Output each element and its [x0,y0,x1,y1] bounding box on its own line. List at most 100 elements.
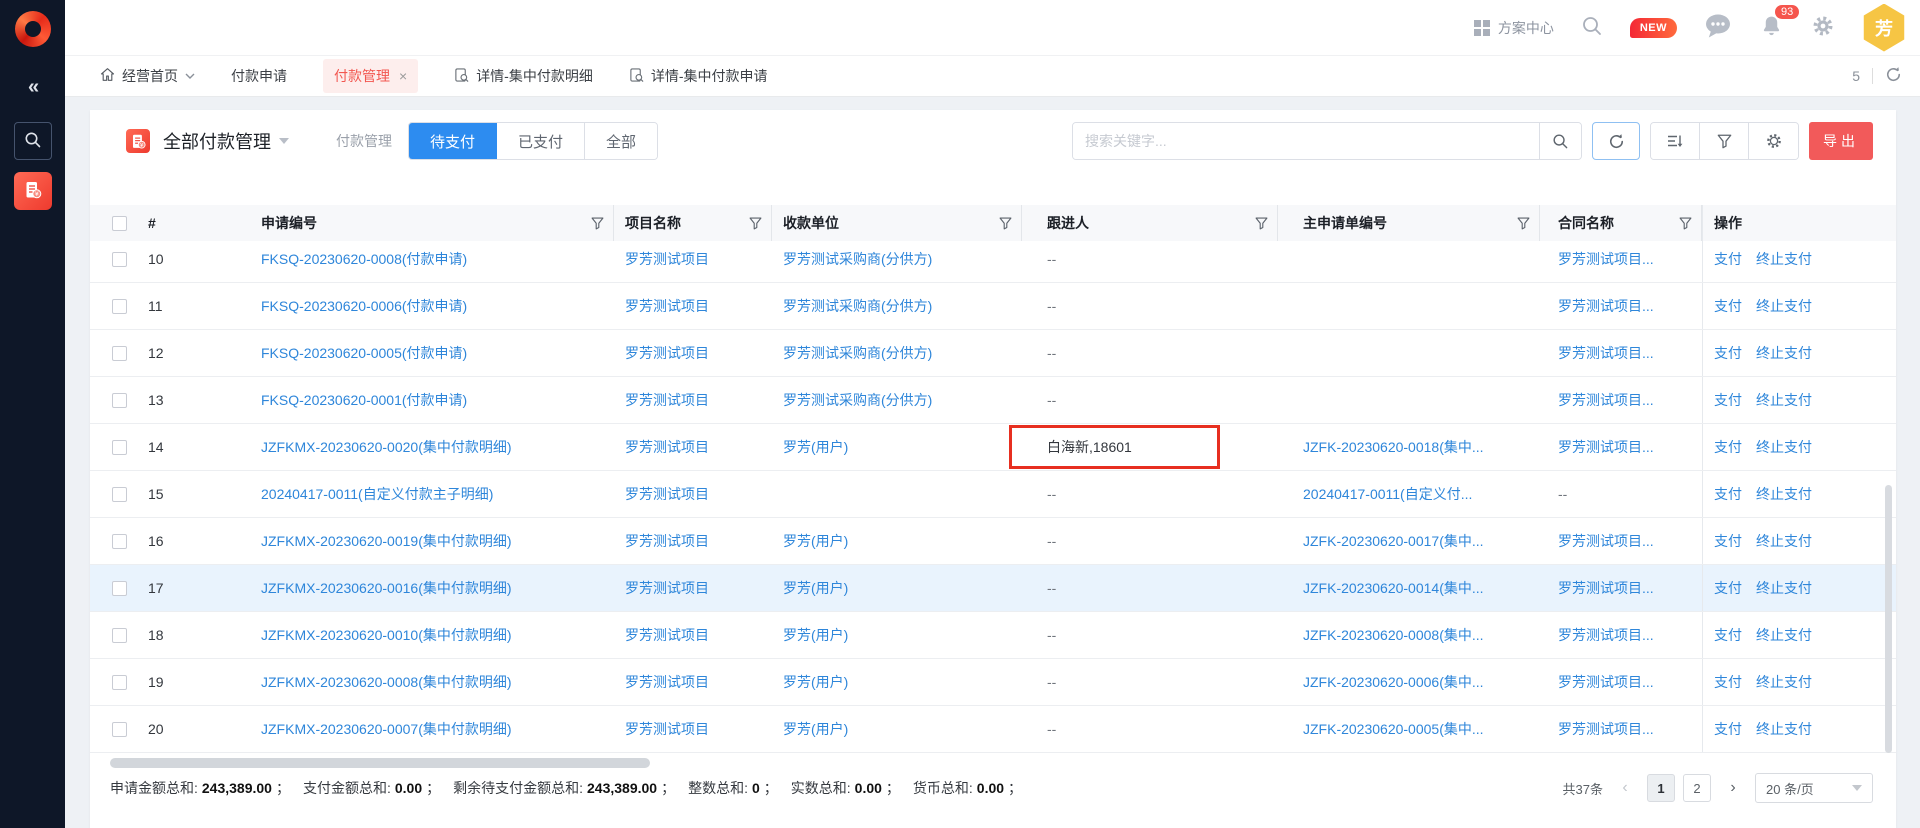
refresh-tabs-icon[interactable] [1885,66,1902,86]
sidebar-search-button[interactable] [14,122,52,160]
column-settings-button[interactable] [1749,123,1798,159]
project-link[interactable]: 罗芳测试项目 [625,531,709,551]
page-button-2[interactable]: 2 [1683,774,1711,802]
row-checkbox[interactable] [112,534,127,549]
pay-action-link[interactable]: 支付 [1714,343,1742,363]
apply-no-link[interactable]: JZFKMX-20230620-0019(集中付款明细) [261,531,512,551]
global-search-icon[interactable] [1581,15,1603,40]
pay-action-link[interactable]: 支付 [1714,437,1742,457]
collapse-sidebar-icon[interactable]: « [0,76,65,99]
contract-link[interactable]: 罗芳测试项目... [1558,578,1654,598]
select-all-checkbox[interactable] [112,216,127,231]
pay-action-link[interactable]: 支付 [1714,296,1742,316]
stop-pay-action-link[interactable]: 终止支付 [1756,578,1812,598]
page-button-1[interactable]: 1 [1647,774,1675,802]
filter-icon-payee[interactable] [999,217,1012,230]
project-link[interactable]: 罗芳测试项目 [625,390,709,410]
project-link[interactable]: 罗芳测试项目 [625,249,709,269]
payee-link[interactable]: 罗芳测试采购商(分供方) [783,249,932,269]
contract-link[interactable]: 罗芳测试项目... [1558,390,1654,410]
filter-tab-pending[interactable]: 待支付 [409,123,497,159]
tab-detail-payment-request[interactable]: 详情-集中付款申请 [629,66,768,86]
search-input[interactable] [1073,123,1539,159]
main-apply-no-link[interactable]: JZFK-20230620-0006(集中... [1303,672,1484,692]
row-checkbox[interactable] [112,440,127,455]
contract-link[interactable]: 罗芳测试项目... [1558,437,1654,457]
filter-button[interactable] [1700,123,1749,159]
payee-link[interactable]: 罗芳测试采购商(分供方) [783,343,932,363]
apply-no-link[interactable]: JZFKMX-20230620-0007(集中付款明细) [261,719,512,739]
filter-icon-contract[interactable] [1679,217,1692,230]
stop-pay-action-link[interactable]: 终止支付 [1756,390,1812,410]
contract-link[interactable]: -- [1558,486,1567,502]
filter-icon-apply-no[interactable] [591,217,604,230]
payee-link[interactable]: 罗芳(用户) [783,719,848,739]
pay-action-link[interactable]: 支付 [1714,578,1742,598]
message-icon[interactable] [1704,13,1732,42]
payee-link[interactable]: 罗芳(用户) [783,578,848,598]
refresh-button[interactable] [1592,122,1640,160]
payee-link[interactable]: 罗芳(用户) [783,437,848,457]
stop-pay-action-link[interactable]: 终止支付 [1756,625,1812,645]
stop-pay-action-link[interactable]: 终止支付 [1756,484,1812,504]
page-size-select[interactable]: 20 条/页 [1755,773,1873,803]
main-apply-no-link[interactable]: JZFK-20230620-0017(集中... [1303,531,1484,551]
apply-no-link[interactable]: FKSQ-20230620-0008(付款申请) [261,249,467,269]
stop-pay-action-link[interactable]: 终止支付 [1756,249,1812,269]
project-link[interactable]: 罗芳测试项目 [625,484,709,504]
row-checkbox[interactable] [112,252,127,267]
filter-icon-project[interactable] [749,217,762,230]
scheme-center-button[interactable]: 方案中心 [1474,18,1554,38]
row-checkbox[interactable] [112,487,127,502]
tab-home[interactable]: 经营首页 [100,66,195,86]
prev-page-button[interactable]: ‹ [1611,774,1639,802]
apply-no-link[interactable]: FKSQ-20230620-0006(付款申请) [261,296,467,316]
pay-action-link[interactable]: 支付 [1714,249,1742,269]
payee-link[interactable]: 罗芳测试采购商(分供方) [783,296,932,316]
row-checkbox[interactable] [112,628,127,643]
settings-gear-icon[interactable] [1811,14,1835,41]
apply-no-link[interactable]: JZFKMX-20230620-0020(集中付款明细) [261,437,512,457]
sort-button[interactable] [1651,123,1700,159]
project-link[interactable]: 罗芳测试项目 [625,672,709,692]
apply-no-link[interactable]: JZFKMX-20230620-0010(集中付款明细) [261,625,512,645]
main-apply-no-link[interactable]: JZFK-20230620-0008(集中... [1303,625,1484,645]
payee-link[interactable]: 罗芳测试采购商(分供方) [783,390,932,410]
apply-no-link[interactable]: 20240417-0011(自定义付款主子明细) [261,484,493,504]
contract-link[interactable]: 罗芳测试项目... [1558,249,1654,269]
new-badge[interactable]: NEW [1630,18,1677,38]
row-checkbox[interactable] [112,393,127,408]
close-tab-icon[interactable]: × [399,68,407,84]
stop-pay-action-link[interactable]: 终止支付 [1756,719,1812,739]
row-checkbox[interactable] [112,581,127,596]
stop-pay-action-link[interactable]: 终止支付 [1756,296,1812,316]
filter-tab-all[interactable]: 全部 [585,123,657,159]
project-link[interactable]: 罗芳测试项目 [625,437,709,457]
filter-icon-main-apply-no[interactable] [1517,217,1530,230]
search-submit-button[interactable] [1539,123,1581,159]
contract-link[interactable]: 罗芳测试项目... [1558,296,1654,316]
notification-bell[interactable]: 93 [1759,13,1784,42]
main-apply-no-link[interactable]: JZFK-20230620-0005(集中... [1303,719,1484,739]
pay-action-link[interactable]: 支付 [1714,390,1742,410]
apply-no-link[interactable]: FKSQ-20230620-0001(付款申请) [261,390,467,410]
main-apply-no-link[interactable]: JZFK-20230620-0014(集中... [1303,578,1484,598]
project-link[interactable]: 罗芳测试项目 [625,719,709,739]
vertical-scrollbar[interactable] [1885,485,1892,753]
user-avatar[interactable]: 芳 [1862,4,1906,52]
project-link[interactable]: 罗芳测试项目 [625,625,709,645]
pay-action-link[interactable]: 支付 [1714,625,1742,645]
project-link[interactable]: 罗芳测试项目 [625,343,709,363]
apply-no-link[interactable]: FKSQ-20230620-0005(付款申请) [261,343,467,363]
stop-pay-action-link[interactable]: 终止支付 [1756,672,1812,692]
sidebar-item-payment-app[interactable]: ¥ [14,172,52,210]
stop-pay-action-link[interactable]: 终止支付 [1756,343,1812,363]
payee-link[interactable]: 罗芳(用户) [783,672,848,692]
apply-no-link[interactable]: JZFKMX-20230620-0008(集中付款明细) [261,672,512,692]
next-page-button[interactable]: › [1719,774,1747,802]
contract-link[interactable]: 罗芳测试项目... [1558,672,1654,692]
payee-link[interactable]: 罗芳(用户) [783,625,848,645]
filter-icon-follower[interactable] [1255,217,1268,230]
row-checkbox[interactable] [112,346,127,361]
view-title[interactable]: 全部付款管理 [163,128,271,154]
